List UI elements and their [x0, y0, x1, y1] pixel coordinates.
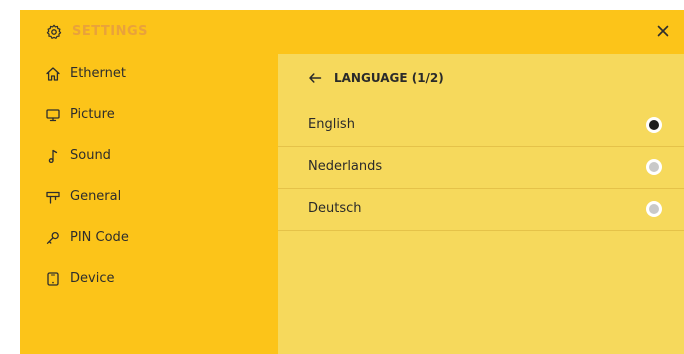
- settings-panel: SETTINGS Ethernet Picture Sound General …: [20, 10, 684, 354]
- sidebar-item-device[interactable]: Device: [20, 259, 278, 299]
- sidebar-item-label: Sound: [70, 148, 111, 163]
- language-label: Nederlands: [308, 159, 383, 174]
- language-label: Deutsch: [308, 201, 362, 216]
- music-note-icon: [45, 148, 61, 164]
- gear-icon: [46, 24, 62, 40]
- sidebar-item-label: Ethernet: [70, 66, 126, 81]
- radio-unselected[interactable]: [646, 201, 662, 217]
- language-option-nederlands[interactable]: Nederlands: [278, 147, 684, 189]
- monitor-icon: [45, 107, 61, 123]
- sidebar-item-label: General: [70, 189, 122, 204]
- device-icon: [45, 271, 61, 287]
- key-icon: [45, 230, 61, 246]
- sidebar-item-picture[interactable]: Picture: [20, 95, 278, 135]
- sidebar-item-label: Picture: [70, 107, 115, 122]
- settings-header: SETTINGS: [20, 10, 684, 54]
- sidebar-item-sound[interactable]: Sound: [20, 136, 278, 176]
- home-icon: [45, 66, 61, 82]
- sidebar-item-ethernet[interactable]: Ethernet: [20, 54, 278, 94]
- sidebar-item-pin-code[interactable]: PIN Code: [20, 218, 278, 258]
- radio-unselected[interactable]: [646, 159, 662, 175]
- sidebar-item-general[interactable]: General: [20, 177, 278, 217]
- sidebar-item-label: PIN Code: [70, 230, 129, 245]
- sidebar: Ethernet Picture Sound General PIN Code …: [20, 54, 278, 354]
- arrow-left-icon[interactable]: [308, 71, 322, 85]
- radio-selected[interactable]: [646, 117, 662, 133]
- language-panel: LANGUAGE (1/2) English Nederlands Deutsc…: [278, 54, 684, 354]
- language-option-english[interactable]: English: [278, 105, 684, 147]
- language-option-deutsch[interactable]: Deutsch: [278, 189, 684, 231]
- page-title: SETTINGS: [72, 24, 149, 39]
- language-label: English: [308, 117, 355, 132]
- signpost-icon: [45, 189, 61, 205]
- sidebar-item-label: Device: [70, 271, 115, 286]
- close-icon[interactable]: [654, 22, 672, 40]
- section-title: LANGUAGE (1/2): [334, 71, 444, 85]
